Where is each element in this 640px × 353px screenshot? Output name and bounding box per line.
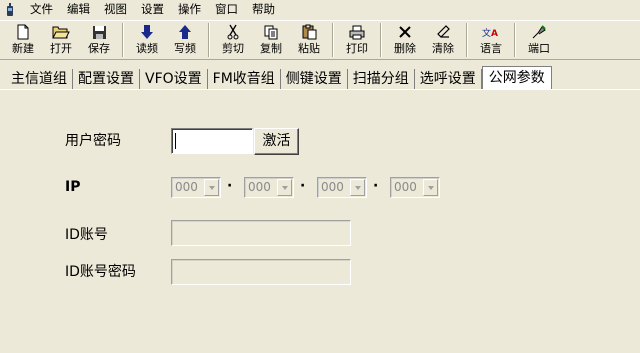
- id-account-label: ID账号: [65, 227, 108, 243]
- arrow-down-icon: [138, 23, 156, 41]
- clear-button[interactable]: 清除: [424, 21, 462, 59]
- port-button[interactable]: 端口: [520, 21, 558, 59]
- toolbar-separator: [380, 23, 382, 57]
- password-input[interactable]: [171, 128, 253, 154]
- new-button[interactable]: 新建: [4, 21, 42, 59]
- toolbar-separator: [122, 23, 124, 57]
- arrow-up-icon: [176, 23, 194, 41]
- print-button[interactable]: 打印: [338, 21, 376, 59]
- id-password-input[interactable]: [171, 259, 351, 285]
- toolbar-separator: [208, 23, 210, 57]
- public-network-panel: 用户密码 激活 IP 000 · 000 · 000 · 000 ID账号 ID…: [0, 89, 640, 353]
- language-label: 语言: [480, 42, 502, 55]
- delete-x-icon: [396, 23, 414, 41]
- new-file-icon: [14, 23, 32, 41]
- port-label: 端口: [528, 42, 550, 55]
- menu-file[interactable]: 文件: [23, 0, 60, 18]
- language-button[interactable]: 文A 语言: [472, 21, 510, 59]
- port-icon: [530, 23, 548, 41]
- paste-button[interactable]: 粘贴: [290, 21, 328, 59]
- menu-bar: 文件 编辑 视图 设置 操作 窗口 帮助: [0, 0, 640, 18]
- menu-view[interactable]: 视图: [97, 0, 134, 18]
- ip-dot: ·: [227, 178, 233, 194]
- ip-dot: ·: [300, 178, 306, 194]
- read-button[interactable]: 读频: [128, 21, 166, 59]
- ip-label: IP: [65, 179, 81, 195]
- save-label: 保存: [88, 42, 110, 55]
- tab-scan-group[interactable]: 扫描分组: [348, 69, 415, 90]
- save-disk-icon: [90, 23, 108, 41]
- tab-main-channel[interactable]: 主信道组: [6, 69, 73, 90]
- menu-operate[interactable]: 操作: [171, 0, 208, 18]
- menu-window[interactable]: 窗口: [208, 0, 245, 18]
- password-label: 用户密码: [65, 133, 121, 149]
- tab-fm[interactable]: FM收音组: [208, 69, 281, 90]
- text-caret: [175, 133, 176, 149]
- delete-button[interactable]: 删除: [386, 21, 424, 59]
- cut-button[interactable]: 剪切: [214, 21, 252, 59]
- ip-octet-2-select[interactable]: 000: [244, 177, 294, 198]
- open-button[interactable]: 打开: [42, 21, 80, 59]
- menu-settings[interactable]: 设置: [134, 0, 171, 18]
- write-label: 写频: [174, 42, 196, 55]
- id-account-input[interactable]: [171, 220, 351, 246]
- chevron-down-icon[interactable]: [277, 179, 292, 196]
- tab-config[interactable]: 配置设置: [73, 69, 140, 90]
- ip-octet-4-select[interactable]: 000: [390, 177, 440, 198]
- toolbar-separator: [466, 23, 468, 57]
- svg-text:A: A: [491, 29, 498, 38]
- open-folder-icon: [52, 23, 70, 41]
- ip-octet-2-value: 000: [248, 180, 271, 194]
- copy-button[interactable]: 复制: [252, 21, 290, 59]
- paste-label: 粘贴: [298, 42, 320, 55]
- tab-strip: 主信道组 配置设置 VFO设置 FM收音组 侧键设置 扫描分组 选呼设置 公网参…: [6, 66, 552, 90]
- tab-public-network[interactable]: 公网参数: [481, 66, 552, 90]
- menu-help[interactable]: 帮助: [245, 0, 282, 18]
- read-label: 读频: [136, 42, 158, 55]
- tab-selective-call[interactable]: 选呼设置: [415, 69, 482, 90]
- ip-octet-3-value: 000: [321, 180, 344, 194]
- new-label: 新建: [12, 42, 34, 55]
- eraser-icon: [434, 23, 452, 41]
- ip-octet-3-select[interactable]: 000: [317, 177, 367, 198]
- toolbar: 新建 打开 保存 读频 写频 剪切 复制 粘贴 打印 删除 清除 文 A 语言 …: [0, 20, 640, 60]
- delete-label: 删除: [394, 42, 416, 55]
- tab-vfo[interactable]: VFO设置: [140, 69, 208, 90]
- ip-octet-4-value: 000: [394, 180, 417, 194]
- toolbar-separator: [514, 23, 516, 57]
- ip-octet-1-select[interactable]: 000: [171, 177, 221, 198]
- ip-octet-1-value: 000: [175, 180, 198, 194]
- chevron-down-icon[interactable]: [350, 179, 365, 196]
- language-icon: 文A: [482, 23, 500, 41]
- copy-label: 复制: [260, 42, 282, 55]
- svg-text:文: 文: [482, 27, 491, 38]
- paste-icon: [300, 23, 318, 41]
- open-label: 打开: [50, 42, 72, 55]
- cut-label: 剪切: [222, 42, 244, 55]
- save-button[interactable]: 保存: [80, 21, 118, 59]
- scissors-icon: [224, 23, 242, 41]
- tab-side-key[interactable]: 侧键设置: [281, 69, 348, 90]
- activate-button[interactable]: 激活: [254, 128, 299, 155]
- copy-icon: [262, 23, 280, 41]
- clear-label: 清除: [432, 42, 454, 55]
- chevron-down-icon[interactable]: [423, 179, 438, 196]
- radio-app-icon: [5, 2, 15, 16]
- chevron-down-icon[interactable]: [204, 179, 219, 196]
- toolbar-separator: [332, 23, 334, 57]
- write-button[interactable]: 写频: [166, 21, 204, 59]
- id-password-label: ID账号密码: [65, 264, 136, 280]
- printer-icon: [348, 23, 366, 41]
- ip-dot: ·: [373, 178, 379, 194]
- menu-edit[interactable]: 编辑: [60, 0, 97, 18]
- print-label: 打印: [346, 42, 368, 55]
